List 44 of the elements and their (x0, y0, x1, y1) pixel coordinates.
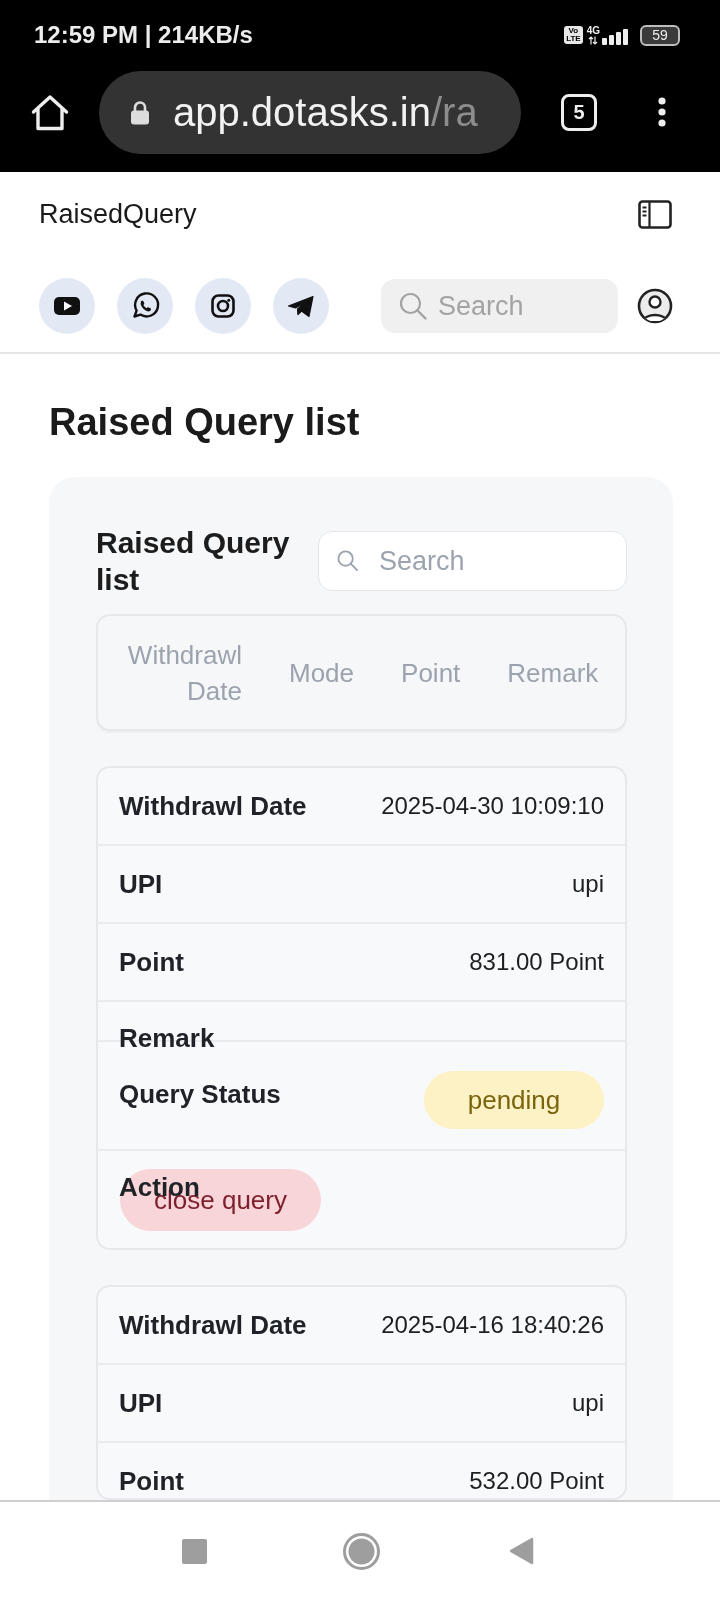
field-label: Withdrawl Date (119, 1310, 307, 1340)
battery-indicator: 59 (640, 24, 680, 46)
chat-phone-icon[interactable] (117, 278, 173, 334)
field-value: upi (571, 869, 604, 899)
field-value: 2025-04-30 10:09:10 (381, 791, 604, 821)
recents-icon[interactable] (182, 1538, 207, 1564)
search-icon (336, 549, 359, 572)
tab-count-button[interactable]: 5 (561, 93, 597, 131)
field-label: UPI (119, 1388, 163, 1418)
network-type: 4G (586, 25, 600, 36)
field-label: Query Status (119, 1079, 281, 1109)
search-field[interactable]: Search (381, 279, 618, 333)
camera-icon[interactable] (195, 278, 251, 334)
field-label: Withdrawl Date (119, 791, 307, 821)
sidebar-toggle-icon[interactable] (638, 199, 672, 229)
signal-icon (602, 29, 629, 45)
paper-plane-icon[interactable] (273, 278, 329, 334)
address-bar[interactable]: app.dotasks.in/ra (99, 70, 521, 154)
field-value: 2025-04-16 18:40:26 (381, 1310, 604, 1340)
column-header: Withdrawl Date (126, 638, 242, 708)
field-value: 532.00 Point (469, 1466, 604, 1496)
field-label: Point (119, 1466, 184, 1496)
volte-badge: Vo LTE (564, 26, 583, 44)
page-title: Raised Query list (49, 400, 361, 444)
panel-title: Raised Query list (96, 525, 291, 598)
app-title: RaisedQuery (39, 198, 197, 230)
status-time: 12:59 PM | 214KB/s (34, 21, 253, 49)
profile-icon[interactable] (637, 288, 673, 324)
field-value: 831.00 Point (469, 947, 604, 977)
more-menu-icon[interactable] (658, 97, 666, 127)
status-badge: pending (424, 1071, 604, 1129)
search-icon (399, 292, 427, 320)
data-arrows-icon (588, 36, 599, 45)
column-header: Mode (289, 656, 355, 690)
field-value: upi (571, 1388, 604, 1418)
field-label: Point (119, 947, 184, 977)
column-header: Remark (507, 656, 599, 690)
search-field[interactable]: Search (318, 531, 627, 591)
lock-icon (129, 99, 151, 125)
field-label: Remark (119, 1024, 215, 1052)
field-label: UPI (119, 869, 163, 899)
video-play-icon[interactable] (39, 278, 95, 334)
back-icon[interactable] (509, 1537, 534, 1565)
column-header: Point (401, 656, 461, 690)
